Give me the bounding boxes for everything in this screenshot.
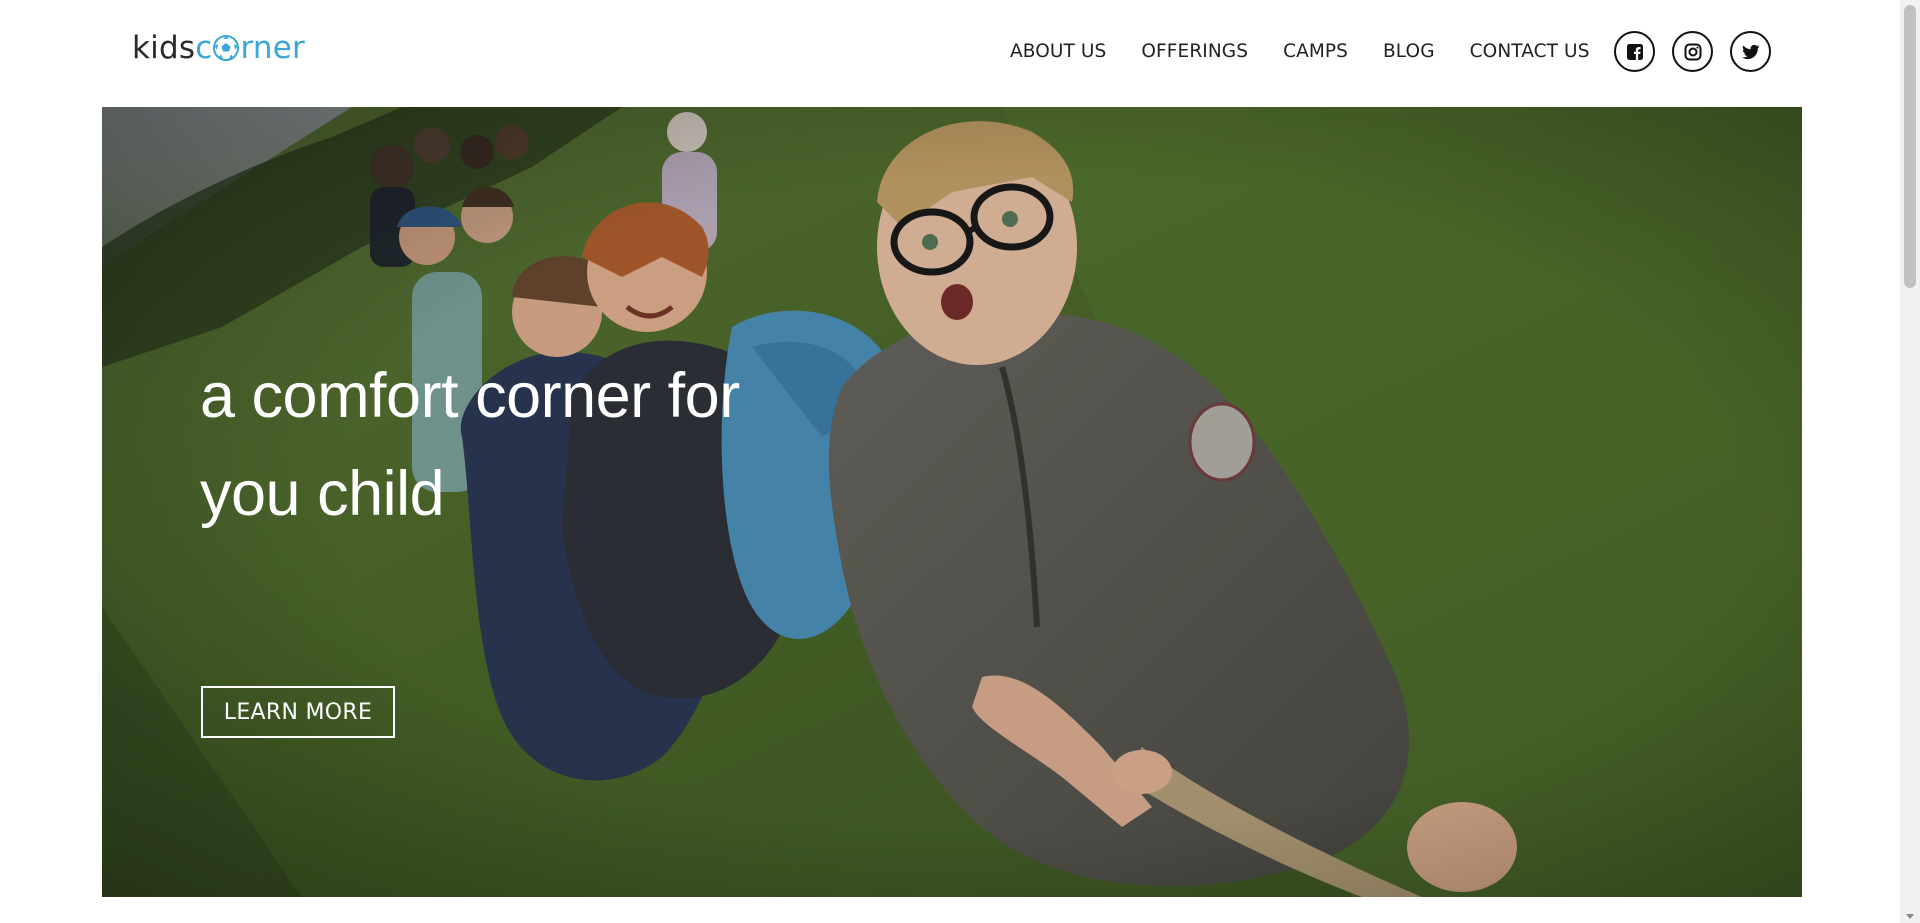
site-logo[interactable]: kidsc rner	[132, 28, 305, 68]
hero-banner: a comfort corner for you child LEARN MOR…	[102, 107, 1802, 897]
social-links	[1614, 31, 1788, 72]
site-header: kidsc rner ABOUT US OFFERINGS CAMPS BLOG …	[0, 0, 1900, 106]
facebook-icon	[1626, 43, 1643, 60]
nav-contact-us[interactable]: CONTACT US	[1470, 40, 1590, 64]
twitter-link[interactable]	[1730, 31, 1771, 72]
instagram-link[interactable]	[1672, 31, 1713, 72]
hero-title: a comfort corner for you child	[200, 361, 740, 529]
soccer-ball-icon	[213, 31, 240, 61]
nav-camps[interactable]: CAMPS	[1283, 40, 1348, 64]
scrollbar-thumb[interactable]	[1904, 5, 1916, 288]
main-nav: ABOUT US OFFERINGS CAMPS BLOG CONTACT US	[1010, 40, 1625, 64]
nav-about-us[interactable]: ABOUT US	[1010, 40, 1106, 64]
logo-text-rner: rner	[240, 30, 305, 66]
instagram-icon	[1684, 43, 1701, 60]
logo-text-kids: kids	[132, 30, 196, 66]
scroll-down-arrow-icon[interactable]	[1906, 914, 1914, 919]
nav-blog[interactable]: BLOG	[1383, 40, 1435, 64]
facebook-link[interactable]	[1614, 31, 1655, 72]
nav-offerings[interactable]: OFFERINGS	[1141, 40, 1248, 64]
learn-more-button[interactable]: LEARN MORE	[201, 686, 395, 738]
twitter-icon	[1741, 44, 1759, 59]
page-scrollbar[interactable]	[1900, 0, 1920, 923]
